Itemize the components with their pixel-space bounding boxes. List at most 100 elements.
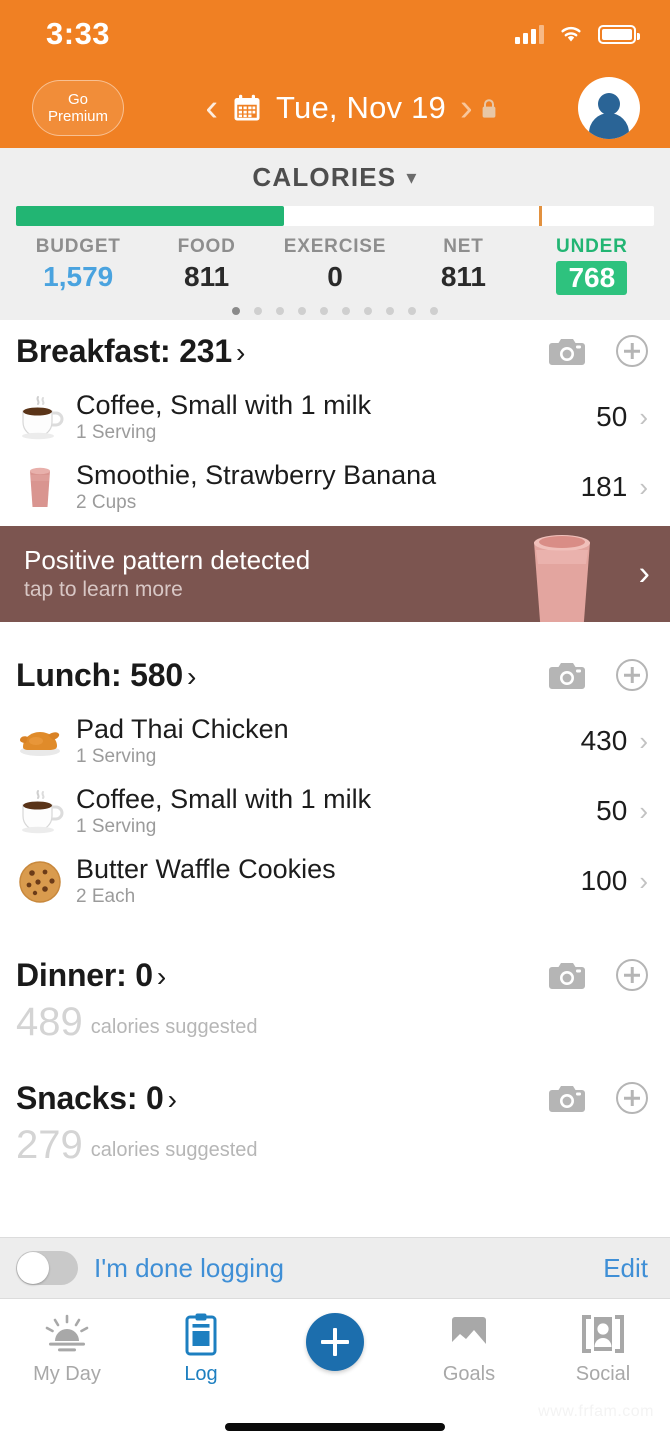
food-calories: 50 [596,401,628,432]
page-dot[interactable] [408,307,416,315]
suggested-value: 279 [16,1123,83,1167]
status-bar-clock: 3:33 [46,16,111,51]
chevron-right-icon: › [639,725,648,756]
food-row[interactable]: Butter Waffle Cookies 2 Each 100 › [0,846,670,916]
camera-icon[interactable] [548,1084,586,1113]
page-dot[interactable] [430,307,438,315]
profile-avatar[interactable] [578,77,640,139]
meal-title[interactable]: Snacks: 0 › [16,1080,177,1117]
tab-label-goals: Goals [442,1363,496,1385]
camera-icon[interactable] [548,661,586,690]
tab-log[interactable]: Log [134,1299,268,1403]
stat-food: FOOD 811 [142,236,270,295]
meal-header-snacks: Snacks: 0 › [0,1067,670,1129]
food-calories: 181 [580,471,628,502]
banner-text: Positive pattern detected tap to learn mo… [0,544,310,604]
chevron-left-icon[interactable]: ‹ [205,89,218,127]
tab-my-day[interactable]: My Day [0,1299,134,1403]
done-logging-label[interactable]: I'm done logging [94,1253,284,1284]
app-header: 3:33 Go Premium ‹ Tue, Nov 19 › [0,0,670,148]
cookie-icon [14,855,66,907]
status-bar-icons [515,24,640,44]
page-dot[interactable] [232,307,240,315]
go-premium-line1: Go [67,91,88,108]
go-premium-button[interactable]: Go Premium [32,80,124,136]
meal-title[interactable]: Lunch: 580 › [16,657,196,694]
chevron-right-icon: › [639,865,648,896]
summary-page-dots[interactable] [0,307,670,315]
add-circle-icon[interactable] [616,1082,648,1114]
page-dot[interactable] [276,307,284,315]
chevron-right-icon: › [639,401,648,432]
calories-title: CALORIES [252,161,397,192]
tab-label-log: Log [184,1363,218,1385]
page-dot[interactable] [364,307,372,315]
meal-title[interactable]: Dinner: 0 › [16,957,166,994]
toggle-knob [17,1252,49,1284]
camera-icon[interactable] [548,961,586,990]
food-row[interactable]: Pad Thai Chicken 1 Serving 430 › [0,706,670,776]
meal-actions [548,335,648,367]
add-circle-icon[interactable] [616,335,648,367]
suggested-label: calories suggested [90,1016,258,1038]
stat-net: NET 811 [399,236,527,295]
sunrise-icon [42,1311,92,1357]
chevron-down-icon: ▾ [406,166,418,189]
calories-dropdown[interactable]: CALORIES ▾ [0,148,670,200]
chevron-right-icon: › [167,1083,177,1115]
chart-image-icon [448,1311,490,1357]
meal-actions [548,659,648,691]
stat-label: NET [443,236,484,257]
calories-progress-tick [539,206,543,226]
food-name: Pad Thai Chicken [76,713,289,744]
smoothie-glass-icon [14,461,66,513]
add-circle-icon[interactable] [616,959,648,991]
stat-value: 811 [440,261,486,292]
insight-banner[interactable]: Positive pattern detected tap to learn mo… [0,526,670,622]
edit-button[interactable]: Edit [603,1253,648,1284]
current-date-label[interactable]: Tue, Nov 19 [276,90,446,126]
food-name: Smoothie, Strawberry Banana [76,459,437,490]
food-text: Butter Waffle Cookies 2 Each [76,854,573,909]
meal-header-breakfast: Breakfast: 231 › [0,320,670,382]
meals-container: Breakfast: 231 › Coffee, Small with 1 milk… [0,320,670,1168]
stat-budget: BUDGET 1,579 [14,236,142,295]
page-dot[interactable] [320,307,328,315]
meal-title[interactable]: Breakfast: 231 › [16,333,245,370]
tab-add-fab[interactable] [268,1299,402,1403]
page-dot[interactable] [386,307,394,315]
banner-title: Positive pattern detected [24,545,311,575]
avatar-graphic [578,77,640,139]
calendar-icon [234,94,260,121]
food-row[interactable]: Coffee, Small with 1 milk 1 Serving 50 › [0,382,670,452]
tab-label-social: Social [575,1363,631,1385]
meal-actions [548,1082,648,1114]
page-dot[interactable] [342,307,350,315]
add-fab-icon[interactable] [306,1313,364,1371]
page-dot[interactable] [298,307,306,315]
food-calories: 50 [596,795,628,826]
stat-value: 768 [556,261,628,295]
food-row[interactable]: Smoothie, Strawberry Banana 2 Cups 181 › [0,452,670,522]
tab-social[interactable]: Social [536,1299,670,1403]
food-row[interactable]: Coffee, Small with 1 milk 1 Serving 50 › [0,776,670,846]
done-logging-bar: I'm done logging Edit [0,1237,670,1299]
chevron-right-icon: › [639,795,648,826]
page-dot[interactable] [254,307,262,315]
suggested-label: calories suggested [90,1139,258,1161]
wifi-icon [561,26,581,42]
cellular-signal-icon [515,24,544,44]
chevron-right-icon: › [156,960,167,992]
stat-under: UNDER 768 [528,236,656,295]
home-indicator [225,1423,445,1431]
food-serving: 1 Serving [76,421,157,443]
done-logging-toggle[interactable] [16,1251,78,1285]
tab-goals[interactable]: Goals [402,1299,536,1403]
add-circle-icon[interactable] [616,659,648,691]
go-premium-line2: Premium [47,108,108,125]
food-name: Coffee, Small with 1 milk [76,783,372,814]
chevron-right-icon[interactable]: › [460,89,473,127]
food-name: Butter Waffle Cookies [76,853,336,884]
camera-icon[interactable] [548,337,586,366]
